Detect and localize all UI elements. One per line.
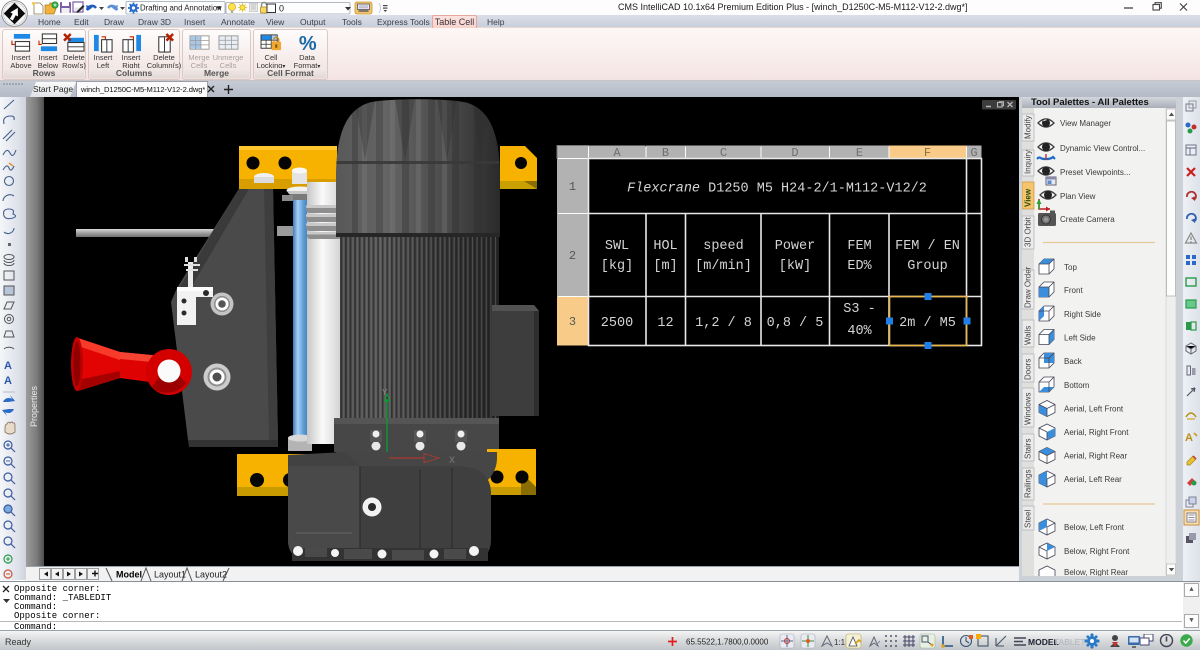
svg-text:Aerial, Left Front: Aerial, Left Front bbox=[1064, 405, 1124, 414]
svg-text:HOL: HOL bbox=[653, 239, 677, 254]
svg-text:Railings: Railings bbox=[1024, 470, 1033, 498]
svg-text:SWL: SWL bbox=[605, 239, 629, 254]
svg-text:Model: Model bbox=[116, 570, 142, 580]
svg-text:Flexcrane D1250 M5 H24-2/1-M11: Flexcrane D1250 M5 H24-2/1-M112-V12/2 bbox=[627, 182, 927, 197]
svg-text:Top: Top bbox=[1064, 263, 1077, 272]
svg-text:40%: 40% bbox=[847, 324, 872, 339]
svg-text:Aerial, Left Rear: Aerial, Left Rear bbox=[1064, 475, 1122, 484]
svg-text:0: 0 bbox=[279, 4, 284, 14]
svg-text:1:1: 1:1 bbox=[834, 638, 846, 647]
svg-text:Group: Group bbox=[907, 259, 948, 274]
svg-text:A: A bbox=[4, 375, 12, 387]
svg-text:Dynamic View Control...: Dynamic View Control... bbox=[1060, 144, 1145, 153]
svg-text:Power: Power bbox=[775, 239, 816, 254]
svg-text:TABLET: TABLET bbox=[1054, 637, 1086, 647]
svg-text:Aerial, Right Rear: Aerial, Right Rear bbox=[1064, 452, 1127, 461]
svg-text:2: 2 bbox=[569, 249, 576, 263]
svg-text:View: View bbox=[1024, 188, 1033, 207]
svg-text:[m/min]: [m/min] bbox=[695, 259, 752, 274]
svg-text:A: A bbox=[4, 360, 12, 372]
svg-text:1: 1 bbox=[569, 180, 576, 194]
svg-text:0,8 / 5: 0,8 / 5 bbox=[767, 316, 824, 331]
svg-text:2m / M5: 2m / M5 bbox=[899, 316, 956, 331]
svg-text:65.5522,1.7800,0.0000: 65.5522,1.7800,0.0000 bbox=[686, 638, 769, 647]
svg-text:[kg]: [kg] bbox=[601, 259, 633, 274]
svg-text:Aerial, Right Front: Aerial, Right Front bbox=[1064, 428, 1129, 437]
svg-text:Left Side: Left Side bbox=[1064, 334, 1096, 343]
svg-text:2500: 2500 bbox=[601, 316, 633, 331]
svg-text:Doors: Doors bbox=[1024, 359, 1033, 380]
svg-text:Stairs: Stairs bbox=[1024, 439, 1033, 459]
svg-text:Modify: Modify bbox=[1024, 115, 1033, 139]
svg-text:Below, Left Front: Below, Left Front bbox=[1064, 523, 1125, 532]
svg-text:12: 12 bbox=[657, 316, 673, 331]
svg-text:FEM / EN: FEM / EN bbox=[895, 239, 960, 254]
svg-text:1,2 / 8: 1,2 / 8 bbox=[695, 316, 752, 331]
svg-text:Layout1: Layout1 bbox=[154, 570, 186, 580]
svg-text:Walls: Walls bbox=[1024, 326, 1033, 345]
svg-text:View Manager: View Manager bbox=[1060, 119, 1111, 128]
svg-text:Below, Right Front: Below, Right Front bbox=[1064, 547, 1130, 556]
svg-text:Back: Back bbox=[1064, 357, 1083, 366]
svg-text:Front: Front bbox=[1064, 286, 1083, 295]
svg-text:speed: speed bbox=[703, 239, 744, 254]
svg-text:Below, Right Rear: Below, Right Rear bbox=[1064, 568, 1128, 576]
svg-text:Bottom: Bottom bbox=[1064, 381, 1090, 390]
svg-text:Layout2: Layout2 bbox=[195, 570, 227, 580]
svg-text:[m]: [m] bbox=[653, 259, 677, 274]
svg-text:Inquiry: Inquiry bbox=[1024, 150, 1033, 174]
svg-text:3D Orbit: 3D Orbit bbox=[1024, 216, 1033, 247]
svg-text:Create Camera: Create Camera bbox=[1060, 215, 1115, 224]
svg-text:Drafting and Annotation: Drafting and Annotation bbox=[140, 4, 222, 13]
svg-text:ED%: ED% bbox=[847, 259, 872, 274]
svg-text:[kW]: [kW] bbox=[779, 259, 811, 274]
svg-text:Preset Viewpoints...: Preset Viewpoints... bbox=[1060, 168, 1131, 177]
svg-text:Y: Y bbox=[382, 388, 388, 398]
svg-text:Steel: Steel bbox=[1024, 510, 1033, 528]
svg-text:FEM: FEM bbox=[847, 239, 871, 254]
svg-text:S3 -: S3 - bbox=[843, 302, 875, 317]
svg-text:Plan View: Plan View bbox=[1060, 192, 1096, 201]
svg-text:Draw Order: Draw Order bbox=[1024, 266, 1033, 308]
svg-text:A: A bbox=[1185, 432, 1193, 444]
svg-text:Windows: Windows bbox=[1024, 393, 1033, 425]
svg-text:3: 3 bbox=[569, 315, 576, 329]
svg-text:X: X bbox=[449, 456, 455, 467]
svg-text:%: % bbox=[298, 33, 316, 53]
svg-text:Right Side: Right Side bbox=[1064, 310, 1101, 319]
